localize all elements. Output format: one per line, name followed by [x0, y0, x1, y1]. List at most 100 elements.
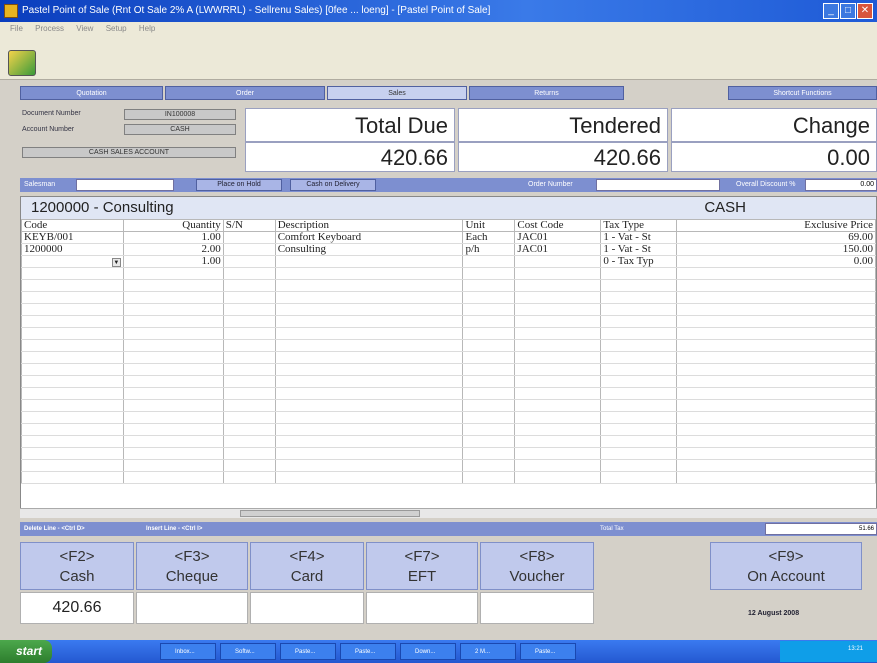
tab-sales[interactable]: Sales [327, 86, 467, 100]
taskbar-item[interactable]: Inbox... [160, 643, 216, 660]
empty-cell [21, 435, 124, 448]
overall-discount-label: Overall Discount % [736, 181, 796, 188]
place-on-hold-button[interactable]: Place on Hold [196, 179, 282, 191]
empty-cell [222, 267, 276, 280]
taskbar-item[interactable]: Paste... [280, 643, 336, 660]
scrollbar-thumb[interactable] [240, 510, 420, 517]
cell-code[interactable]: KEYB/001 [21, 231, 124, 244]
empty-cell [274, 315, 464, 328]
cell-description[interactable]: Consulting [274, 243, 464, 256]
voucher-button[interactable]: <F8> Voucher [480, 542, 594, 590]
cell-sn[interactable] [222, 243, 276, 256]
clock: 13:21 [848, 646, 864, 652]
cell-price[interactable]: 0.00 [676, 255, 876, 268]
cell-cost-code[interactable] [514, 255, 602, 268]
taskbar-item[interactable]: Paste... [520, 643, 576, 660]
tendered-label: Tendered [458, 108, 668, 142]
empty-cell [222, 447, 276, 460]
order-number-input[interactable] [596, 179, 720, 191]
empty-row [21, 267, 876, 280]
eft-amount-field[interactable] [366, 592, 478, 624]
menu-view[interactable]: View [76, 24, 93, 33]
cell-unit[interactable] [462, 255, 516, 268]
overall-discount-input[interactable]: 0.00 [805, 179, 877, 191]
tab-order[interactable]: Order [165, 86, 325, 100]
dropdown-arrow-icon[interactable]: ▼ [111, 257, 121, 267]
col-description[interactable]: Description [274, 219, 464, 232]
cell-quantity[interactable]: 2.00 [122, 243, 224, 256]
on-account-button[interactable]: <F9> On Account [710, 542, 862, 590]
card-button[interactable]: <F4> Card [250, 542, 364, 590]
cash-label: Cash [59, 568, 95, 585]
cash-on-delivery-button[interactable]: Cash on Delivery [290, 179, 376, 191]
voucher-label: Voucher [509, 568, 565, 585]
cell-sn[interactable] [222, 231, 276, 244]
card-key: <F4> [289, 548, 325, 565]
empty-row [21, 303, 876, 316]
col-exclusive-price[interactable]: Exclusive Price [676, 219, 876, 232]
voucher-amount-field[interactable] [480, 592, 594, 624]
cell-price[interactable]: 150.00 [676, 243, 876, 256]
menu-setup[interactable]: Setup [106, 24, 127, 33]
col-tax-type[interactable]: Tax Type [600, 219, 678, 232]
taskbar-item[interactable]: 2 M... [460, 643, 516, 660]
col-code[interactable]: Code [21, 219, 124, 232]
minimize-button[interactable]: _ [823, 3, 839, 19]
empty-cell [122, 327, 224, 340]
cash-amount-field[interactable]: 420.66 [20, 592, 134, 624]
cheque-amount-field[interactable] [136, 592, 248, 624]
cell-unit[interactable]: p/h [462, 243, 516, 256]
salesman-input[interactable] [76, 179, 174, 191]
pos-logo-icon[interactable] [8, 50, 36, 76]
cell-tax-type[interactable]: 1 - Vat - St [600, 243, 678, 256]
empty-cell [21, 339, 124, 352]
maximize-button[interactable]: □ [840, 3, 856, 19]
empty-cell [514, 387, 602, 400]
cell-sn[interactable] [222, 255, 276, 268]
col-sn[interactable]: S/N [222, 219, 276, 232]
empty-cell [462, 435, 516, 448]
taskbar-item[interactable]: Down... [400, 643, 456, 660]
table-row[interactable]: KEYB/001 1.00 Comfort Keyboard Each JAC0… [21, 231, 876, 244]
horizontal-scrollbar[interactable] [20, 508, 877, 518]
menu-help[interactable]: Help [139, 24, 155, 33]
close-button[interactable]: ✕ [857, 3, 873, 19]
col-cost-code[interactable]: Cost Code [514, 219, 602, 232]
cell-unit[interactable]: Each [462, 231, 516, 244]
card-amount-field[interactable] [250, 592, 364, 624]
cell-code[interactable]: ▼ [21, 255, 124, 268]
start-button[interactable]: start [0, 640, 52, 663]
cell-description[interactable] [274, 255, 464, 268]
empty-cell [21, 267, 124, 280]
cell-quantity[interactable]: 1.00 [122, 231, 224, 244]
table-row[interactable]: ▼ 1.00 0 - Tax Typ 0.00 [21, 255, 876, 268]
col-quantity[interactable]: Quantity [122, 219, 224, 232]
tab-quotation[interactable]: Quotation [20, 86, 163, 100]
doc-number-field[interactable]: IN100008 [124, 109, 236, 120]
taskbar-item[interactable]: Softw... [220, 643, 276, 660]
cell-code[interactable]: 1200000 [21, 243, 124, 256]
empty-cell [676, 411, 876, 424]
table-row[interactable]: 1200000 2.00 Consulting p/h JAC01 1 - Va… [21, 243, 876, 256]
cell-cost-code[interactable]: JAC01 [514, 231, 602, 244]
col-unit[interactable]: Unit [462, 219, 516, 232]
empty-cell [21, 363, 124, 376]
tab-returns[interactable]: Returns [469, 86, 624, 100]
account-number-field[interactable]: CASH [124, 124, 236, 135]
cell-description[interactable]: Comfort Keyboard [274, 231, 464, 244]
eft-button[interactable]: <F7> EFT [366, 542, 478, 590]
cash-button[interactable]: <F2> Cash [20, 542, 134, 590]
taskbar-item[interactable]: Paste... [340, 643, 396, 660]
cell-quantity[interactable]: 1.00 [122, 255, 224, 268]
menu-file[interactable]: File [10, 24, 23, 33]
cell-cost-code[interactable]: JAC01 [514, 243, 602, 256]
menu-process[interactable]: Process [35, 24, 64, 33]
cell-tax-type[interactable]: 0 - Tax Typ [600, 255, 678, 268]
cheque-button[interactable]: <F3> Cheque [136, 542, 248, 590]
empty-cell [514, 327, 602, 340]
cell-tax-type[interactable]: 1 - Vat - St [600, 231, 678, 244]
cell-price[interactable]: 69.00 [676, 231, 876, 244]
tab-shortcut-functions[interactable]: Shortcut Functions [728, 86, 877, 100]
window-title: Pastel Point of Sale (Rnt Ot Sale 2% A (… [0, 0, 877, 22]
empty-cell [222, 471, 276, 484]
